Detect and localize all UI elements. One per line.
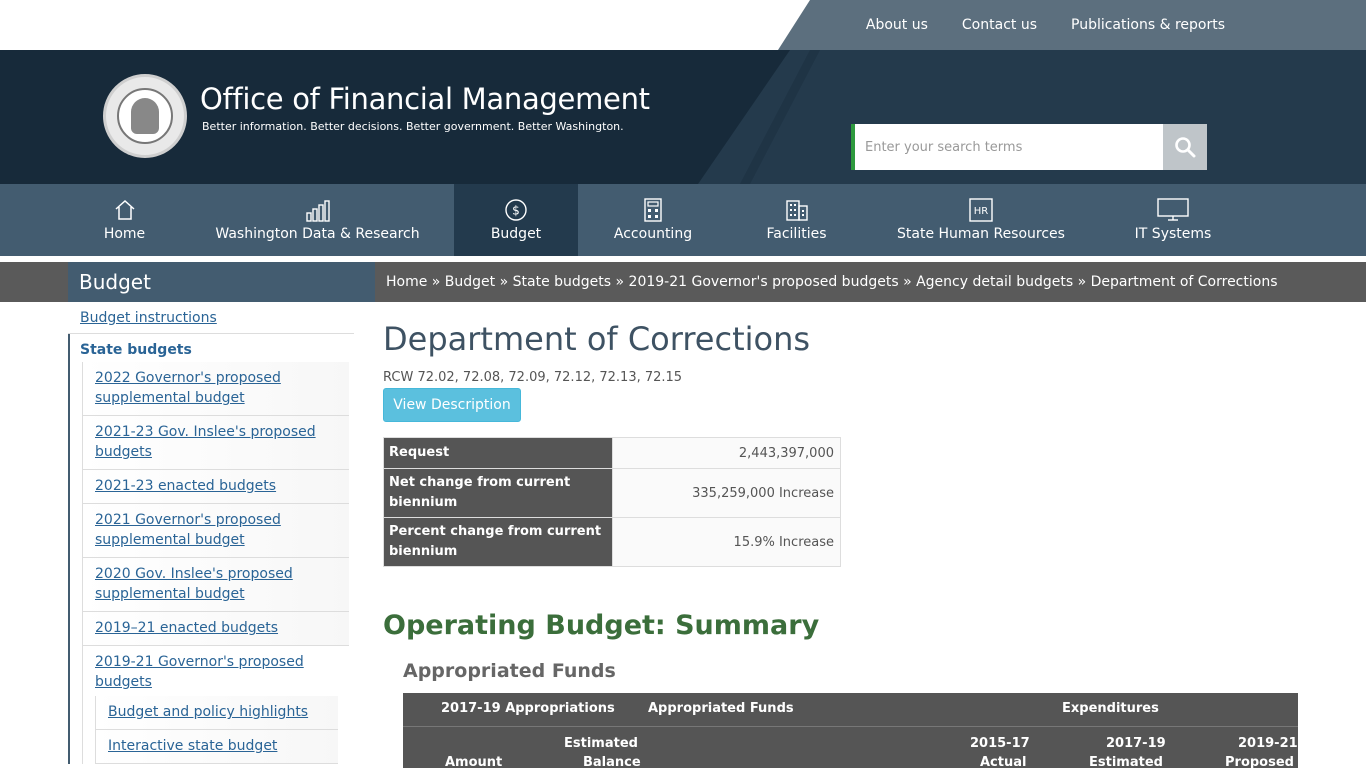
site-header: Office of Financial Management Better in…	[0, 50, 1366, 184]
column-header: 2017-19 Appropriations	[441, 701, 615, 716]
publications-link[interactable]: Publications & reports	[1071, 17, 1225, 33]
nav-it-systems[interactable]: IT Systems	[1097, 184, 1249, 256]
nav-facilities[interactable]: Facilities	[728, 184, 865, 256]
building-icon	[785, 200, 808, 221]
appropriated-funds-table-header: 2017-19 Appropriations Appropriated Fund…	[403, 693, 1298, 768]
breadcrumb[interactable]: Home » Budget » State budgets » 2019-21 …	[386, 262, 1278, 302]
column-header: Proposed	[1225, 755, 1294, 768]
nav-washington-data[interactable]: Washington Data & Research	[181, 184, 454, 256]
column-header: Appropriated Funds	[648, 701, 794, 716]
search-form	[851, 124, 1207, 170]
page-title: Department of Corrections	[383, 320, 811, 358]
bar-chart-icon	[305, 200, 330, 222]
sidebar-item[interactable]: 2020 Gov. Inslee's proposed supplemental…	[83, 558, 349, 612]
column-header: 2015-17	[970, 736, 1030, 751]
dollar-icon: $	[505, 199, 527, 221]
sidebar-item[interactable]: 2022 Governor's proposed supplemental bu…	[83, 362, 349, 416]
appropriated-funds-heading: Appropriated Funds	[403, 660, 616, 682]
sidebar-item[interactable]: 2021-23 Gov. Inslee's proposed budgets	[83, 416, 349, 470]
monitor-icon	[1157, 198, 1189, 221]
sidebar-group-title[interactable]: State budgets	[70, 342, 354, 362]
search-icon	[1175, 137, 1196, 158]
column-header: Estimated	[564, 736, 638, 751]
nav-state-hr[interactable]: HR State Human Resources	[865, 184, 1097, 256]
contact-us-link[interactable]: Contact us	[962, 17, 1037, 33]
nav-home[interactable]: Home	[68, 184, 181, 256]
sidebar-item[interactable]: 2021 Governor's proposed supplemental bu…	[83, 504, 349, 558]
nav-accounting[interactable]: Accounting	[578, 184, 728, 256]
sidebar-subitem[interactable]: Budget and policy highlights	[96, 696, 338, 730]
view-description-button[interactable]: View Description	[383, 388, 521, 422]
section-title: Budget	[68, 262, 375, 302]
nav-budget[interactable]: $ Budget	[454, 184, 578, 256]
utility-bar: About us Contact us Publications & repor…	[0, 0, 1366, 50]
state-seal-logo[interactable]	[103, 74, 187, 158]
column-header: Actual	[980, 755, 1027, 768]
site-title[interactable]: Office of Financial Management	[200, 82, 650, 116]
search-input[interactable]	[851, 124, 1163, 170]
table-row: Percent change from current biennium 15.…	[383, 517, 841, 567]
operating-budget-heading: Operating Budget: Summary	[383, 610, 820, 641]
calculator-icon	[644, 198, 662, 222]
table-row: Request 2,443,397,000	[383, 437, 841, 469]
svg-text:$: $	[512, 204, 520, 218]
sidebar-item[interactable]: 2021-23 enacted budgets	[83, 470, 349, 504]
main-nav: Home Washington Data & Research $ Budget	[0, 184, 1366, 256]
column-header: Expenditures	[1062, 701, 1159, 716]
home-icon	[115, 199, 134, 220]
rcw-citation: RCW 72.02, 72.08, 72.09, 72.12, 72.13, 7…	[383, 370, 683, 385]
sidebar-group-state-budgets: State budgets 2022 Governor's proposed s…	[68, 334, 354, 764]
column-header: Balance	[583, 755, 641, 768]
column-header: 2019-21	[1238, 736, 1298, 751]
utility-links: About us Contact us Publications & repor…	[866, 0, 1225, 50]
hr-icon: HR	[969, 198, 993, 222]
about-us-link[interactable]: About us	[866, 17, 928, 33]
table-row: Net change from current biennium 335,259…	[383, 468, 841, 518]
column-header: Amount	[445, 755, 503, 768]
column-header: 2017-19	[1106, 736, 1166, 751]
sidebar-subitem[interactable]: Interactive state budget	[96, 730, 338, 764]
search-button[interactable]	[1163, 124, 1207, 170]
sidebar-item-budget-instructions[interactable]: Budget instructions	[68, 302, 354, 334]
sidebar-item-current[interactable]: 2019-21 Governor's proposed budgets	[83, 646, 349, 696]
site-tagline: Better information. Better decisions. Be…	[202, 120, 624, 133]
sidebar-item[interactable]: 2019–21 enacted budgets	[83, 612, 349, 646]
column-header: Estimated	[1089, 755, 1163, 768]
budget-summary-table: Request 2,443,397,000 Net change from cu…	[383, 437, 841, 567]
svg-text:HR: HR	[974, 206, 989, 217]
sidebar: Budget instructions State budgets 2022 G…	[68, 302, 354, 768]
